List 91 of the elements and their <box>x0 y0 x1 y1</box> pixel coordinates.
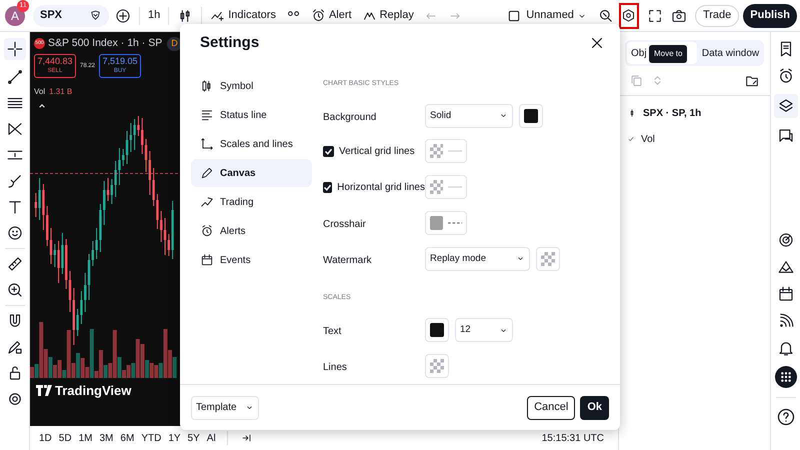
dialog-title: Settings <box>200 32 260 53</box>
color-swatch[interactable] <box>425 318 449 342</box>
volume-label: Vol <box>34 86 46 98</box>
settings-nav-item[interactable]: Status line <box>191 101 312 129</box>
apps-grid-icon[interactable] <box>774 366 796 388</box>
symbol-search-field[interactable]: SPX <box>33 4 109 26</box>
period-button[interactable]: YTD <box>141 430 162 446</box>
status-line-icon <box>200 108 214 122</box>
setting-label: Crosshair <box>323 218 366 230</box>
indicators-button[interactable]: Indicators <box>210 7 276 24</box>
object-tree-item[interactable]: Vol <box>641 132 655 146</box>
period-button[interactable]: 6M <box>120 430 134 446</box>
avatar[interactable]: A <box>5 6 25 26</box>
panel-tab[interactable]: Data window <box>699 42 762 64</box>
check-icon <box>323 182 332 192</box>
checkbox[interactable] <box>323 182 332 193</box>
period-button[interactable]: 1Y <box>168 430 181 446</box>
color-swatch[interactable] <box>536 246 560 271</box>
settings-icon <box>621 8 636 23</box>
help-icon[interactable] <box>776 407 796 427</box>
period-button[interactable]: 5D <box>58 430 72 446</box>
color-swatch[interactable] <box>425 139 467 164</box>
settings-button[interactable] <box>618 2 639 28</box>
setting-label: Background <box>323 112 376 123</box>
chat-icon[interactable] <box>776 127 794 145</box>
shield-icon[interactable] <box>89 9 102 22</box>
pencil-icon <box>200 166 214 180</box>
publish-button[interactable]: Publish <box>743 4 797 28</box>
settings-nav-item[interactable]: Events <box>191 246 312 274</box>
trade-button[interactable]: Trade <box>694 4 740 26</box>
dropdown[interactable]: 12 <box>455 318 513 342</box>
trend-line-icon[interactable] <box>6 68 24 86</box>
clock-time[interactable]: 15:15:31 UTC <box>542 430 604 446</box>
color-swatch[interactable] <box>425 210 467 235</box>
setting-label: Text <box>323 326 342 338</box>
setting-label: Horizontal grid lines <box>337 180 425 195</box>
calendar-icon <box>200 253 214 267</box>
add-icon[interactable] <box>115 8 131 24</box>
period-button[interactable]: 1M <box>78 430 92 446</box>
settings-nav-item[interactable]: Scales and lines <box>191 130 312 158</box>
settings-nav-item[interactable]: Trading <box>191 188 312 216</box>
interval-button[interactable]: 1h <box>148 7 160 24</box>
chart-title: S&P 500 Index · 1h · SP <box>48 36 162 51</box>
dropdown[interactable]: Solid <box>425 104 513 128</box>
alert-button[interactable]: Alert <box>310 7 352 24</box>
cancel-button[interactable]: Cancel <box>527 396 576 420</box>
period-button[interactable]: 5Y <box>188 430 200 446</box>
layers-icon[interactable] <box>774 94 798 118</box>
dropdown[interactable]: Replay mode <box>425 246 530 271</box>
check-icon <box>324 146 333 156</box>
setting-label: Vertical grid lines <box>339 144 415 159</box>
mountain-icon[interactable] <box>776 258 794 276</box>
brush-icon[interactable] <box>6 172 24 190</box>
period-button[interactable]: 1D <box>39 430 52 446</box>
ruler-icon[interactable] <box>6 255 24 273</box>
color-swatch[interactable] <box>519 104 543 128</box>
calendar-icon[interactable] <box>776 285 794 303</box>
setting-label: Watermark <box>323 254 372 266</box>
axes-icon <box>200 137 214 151</box>
camera-icon[interactable] <box>670 8 687 24</box>
alarm-clock-icon <box>200 224 214 238</box>
template-dropdown[interactable]: Template <box>191 396 259 420</box>
crosshair-icon[interactable] <box>4 38 26 60</box>
trading-icon <box>200 195 214 209</box>
settings-nav-item[interactable]: Canvas <box>191 159 312 187</box>
replay-button[interactable]: Replay <box>362 7 414 24</box>
alarm-clock-icon <box>310 8 326 23</box>
period-button[interactable]: 3M <box>100 430 114 446</box>
chart-logo: TradingView <box>55 382 132 400</box>
layout-name-button[interactable]: Unnamed <box>526 7 587 24</box>
period-button[interactable]: Al <box>206 430 216 446</box>
object-tree-item[interactable]: SPX · SP, 1h <box>643 106 702 120</box>
settings-nav-item[interactable]: Alerts <box>191 217 312 245</box>
checkbox[interactable] <box>323 146 334 157</box>
fullscreen-icon[interactable] <box>646 8 663 24</box>
ok-button[interactable]: Ok <box>580 396 609 420</box>
logo-icon <box>36 385 52 396</box>
zoom-in-icon[interactable] <box>6 281 24 299</box>
color-swatch[interactable] <box>425 354 449 378</box>
emoji-icon[interactable] <box>6 224 24 242</box>
date-range-icon[interactable] <box>240 432 253 444</box>
tooltip: Move to <box>649 45 688 63</box>
volume-value: 1.31 B <box>49 86 72 98</box>
bell-icon[interactable] <box>776 339 794 357</box>
pattern-icon[interactable] <box>6 120 24 138</box>
target-icon[interactable] <box>776 231 794 249</box>
color-swatch[interactable] <box>425 175 467 200</box>
check-icon <box>627 134 635 144</box>
settings-nav-item[interactable]: Symbol <box>191 72 312 100</box>
pencil-lock-icon[interactable] <box>6 338 24 356</box>
setting-label: Lines <box>323 362 347 374</box>
